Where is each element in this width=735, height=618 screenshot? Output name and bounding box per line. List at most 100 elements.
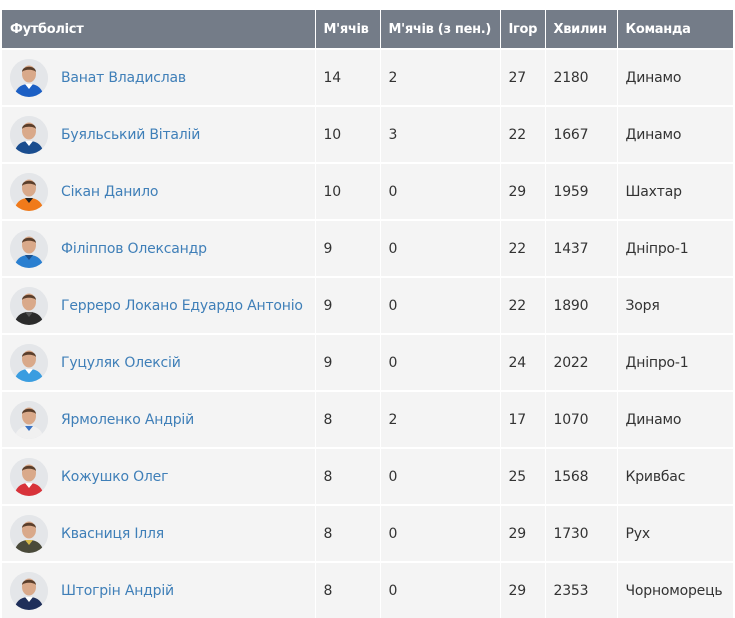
table-row: Філіппов Олександр 9 0 22 1437 Дніпро-1 <box>2 219 733 277</box>
goals-cell: 10 <box>315 105 381 163</box>
player-avatar[interactable] <box>10 172 48 211</box>
player-name-link[interactable]: Штогрін Андрій <box>61 583 174 599</box>
header-goals[interactable]: М'ячів <box>315 10 381 49</box>
team-cell: Чорноморець <box>617 561 733 618</box>
player-name-link[interactable]: Ярмоленко Андрій <box>61 412 194 428</box>
team-cell: Дніпро-1 <box>617 219 733 277</box>
player-info: Сікан Данило <box>10 172 314 211</box>
goals-cell: 8 <box>315 390 381 448</box>
header-player[interactable]: Футболіст <box>2 10 316 49</box>
team-cell: Кривбас <box>617 447 733 505</box>
player-name-link[interactable]: Гуцуляк Олексій <box>61 355 181 371</box>
player-avatar[interactable] <box>10 514 48 553</box>
goals-cell: 14 <box>315 48 381 106</box>
player-cell: Герреро Локано Едуардо Антоніо <box>2 276 316 334</box>
table-header-row: Футболіст М'ячів М'ячів (з пен.) Ігор Хв… <box>2 10 733 49</box>
scorers-table: Футболіст М'ячів М'ячів (з пен.) Ігор Хв… <box>2 10 733 618</box>
player-name-link[interactable]: Сікан Данило <box>61 184 158 200</box>
player-avatar[interactable] <box>10 571 48 610</box>
games-cell: 22 <box>500 105 546 163</box>
minutes-cell: 2180 <box>545 48 618 106</box>
pen-goals-cell: 2 <box>380 390 501 448</box>
games-cell: 29 <box>500 561 546 618</box>
header-games[interactable]: Ігор <box>500 10 546 49</box>
goals-cell: 8 <box>315 561 381 618</box>
minutes-cell: 1730 <box>545 504 618 562</box>
player-info: Ярмоленко Андрій <box>10 400 314 439</box>
player-cell: Сікан Данило <box>2 162 316 220</box>
team-cell: Зоря <box>617 276 733 334</box>
pen-goals-cell: 0 <box>380 333 501 391</box>
table-row: Квасниця Ілля 8 0 29 1730 Рух <box>2 504 733 562</box>
player-name-link[interactable]: Філіппов Олександр <box>61 241 207 257</box>
goals-cell: 9 <box>315 333 381 391</box>
goals-cell: 10 <box>315 162 381 220</box>
table-row: Сікан Данило 10 0 29 1959 Шахтар <box>2 162 733 220</box>
pen-goals-cell: 0 <box>380 219 501 277</box>
games-cell: 22 <box>500 219 546 277</box>
player-cell: Ярмоленко Андрій <box>2 390 316 448</box>
team-cell: Дніпро-1 <box>617 333 733 391</box>
player-avatar[interactable] <box>10 115 48 154</box>
pen-goals-cell: 0 <box>380 162 501 220</box>
table-row: Гуцуляк Олексій 9 0 24 2022 Дніпро-1 <box>2 333 733 391</box>
minutes-cell: 1959 <box>545 162 618 220</box>
player-name-link[interactable]: Ванат Владислав <box>61 70 186 86</box>
team-cell: Динамо <box>617 105 733 163</box>
pen-goals-cell: 0 <box>380 504 501 562</box>
player-cell: Буяльський Віталій <box>2 105 316 163</box>
table-row: Штогрін Андрій 8 0 29 2353 Чорноморець <box>2 561 733 618</box>
header-pen-goals[interactable]: М'ячів (з пен.) <box>380 10 501 49</box>
team-cell: Шахтар <box>617 162 733 220</box>
pen-goals-cell: 0 <box>380 561 501 618</box>
pen-goals-cell: 0 <box>380 276 501 334</box>
table-row: Ванат Владислав 14 2 27 2180 Динамо <box>2 48 733 106</box>
player-cell: Ванат Владислав <box>2 48 316 106</box>
player-cell: Кожушко Олег <box>2 447 316 505</box>
games-cell: 24 <box>500 333 546 391</box>
player-avatar[interactable] <box>10 457 48 496</box>
player-cell: Квасниця Ілля <box>2 504 316 562</box>
team-cell: Рух <box>617 504 733 562</box>
player-cell: Філіппов Олександр <box>2 219 316 277</box>
pen-goals-cell: 2 <box>380 48 501 106</box>
player-info: Герреро Локано Едуардо Антоніо <box>10 286 314 325</box>
games-cell: 25 <box>500 447 546 505</box>
goals-cell: 9 <box>315 276 381 334</box>
table-row: Герреро Локано Едуардо Антоніо 9 0 22 1890 Зо… <box>2 276 733 334</box>
player-name-link[interactable]: Квасниця Ілля <box>61 526 164 542</box>
header-team[interactable]: Команда <box>617 10 733 49</box>
games-cell: 29 <box>500 504 546 562</box>
player-info: Буяльський Віталій <box>10 115 314 154</box>
header-minutes[interactable]: Хвилин <box>545 10 618 49</box>
minutes-cell: 1890 <box>545 276 618 334</box>
pen-goals-cell: 3 <box>380 105 501 163</box>
player-name-link[interactable]: Герреро Локано Едуардо Антоніо <box>61 298 303 314</box>
player-info: Квасниця Ілля <box>10 514 314 553</box>
goals-cell: 8 <box>315 447 381 505</box>
player-avatar[interactable] <box>10 58 48 97</box>
games-cell: 29 <box>500 162 546 220</box>
player-info: Філіппов Олександр <box>10 229 314 268</box>
player-cell: Гуцуляк Олексій <box>2 333 316 391</box>
player-avatar[interactable] <box>10 343 48 382</box>
games-cell: 22 <box>500 276 546 334</box>
player-cell: Штогрін Андрій <box>2 561 316 618</box>
table-row: Ярмоленко Андрій 8 2 17 1070 Динамо <box>2 390 733 448</box>
pen-goals-cell: 0 <box>380 447 501 505</box>
player-avatar[interactable] <box>10 229 48 268</box>
team-cell: Динамо <box>617 48 733 106</box>
minutes-cell: 1070 <box>545 390 618 448</box>
player-avatar[interactable] <box>10 400 48 439</box>
player-info: Гуцуляк Олексій <box>10 343 314 382</box>
minutes-cell: 2353 <box>545 561 618 618</box>
minutes-cell: 1667 <box>545 105 618 163</box>
minutes-cell: 1437 <box>545 219 618 277</box>
player-avatar[interactable] <box>10 286 48 325</box>
minutes-cell: 1568 <box>545 447 618 505</box>
games-cell: 27 <box>500 48 546 106</box>
player-name-link[interactable]: Буяльський Віталій <box>61 127 200 143</box>
scorers-table-container: Футболіст М'ячів М'ячів (з пен.) Ігор Хв… <box>2 10 733 618</box>
minutes-cell: 2022 <box>545 333 618 391</box>
player-name-link[interactable]: Кожушко Олег <box>61 469 168 485</box>
